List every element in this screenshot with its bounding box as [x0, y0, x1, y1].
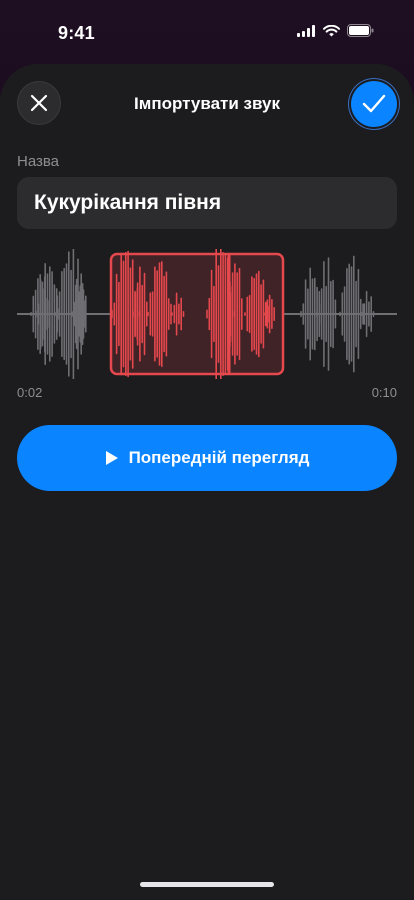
preview-button-label: Попередній перегляд — [128, 448, 310, 467]
preview-button[interactable]: Попередній перегляд — [17, 425, 397, 491]
status-time: 9:41 — [58, 23, 95, 43]
status-icons — [297, 24, 374, 37]
waveform-trimmer[interactable] — [0, 249, 414, 379]
import-sound-sheet: Імпортувати звук Назва Кукурікання півня… — [0, 64, 414, 900]
cellular-signal-icon — [297, 24, 315, 37]
confirm-button[interactable] — [351, 81, 397, 127]
trim-start-time: 0:02 — [17, 385, 43, 400]
play-icon — [105, 451, 118, 465]
trim-end-time: 0:10 — [371, 385, 397, 400]
wifi-icon — [323, 24, 340, 36]
trim-selection[interactable] — [109, 252, 285, 376]
battery-icon — [347, 24, 374, 37]
checkmark-icon — [362, 94, 386, 113]
status-bar: 9:41 — [0, 0, 414, 64]
name-field-label: Назва — [17, 153, 60, 170]
name-input[interactable]: Кукурікання півня — [17, 177, 397, 229]
name-input-value: Кукурікання півня — [34, 191, 222, 214]
home-indicator — [140, 882, 274, 887]
